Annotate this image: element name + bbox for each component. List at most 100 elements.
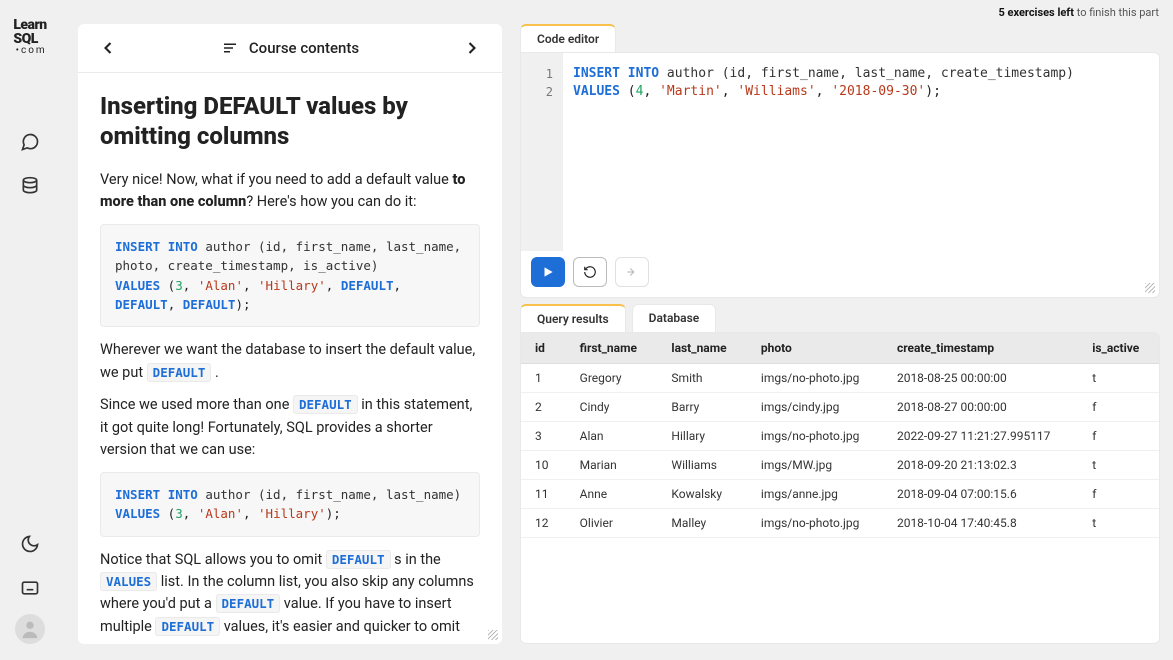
editor-panel: Code editor 1 2 INSERT INTO author (id, … bbox=[520, 24, 1160, 296]
table-header-row: id first_name last_name photo create_tim… bbox=[521, 333, 1159, 364]
table-cell: Kowalsky bbox=[657, 480, 746, 509]
database-icon[interactable] bbox=[12, 168, 48, 204]
table-cell: Smith bbox=[657, 364, 746, 393]
table-cell: 2018-08-25 00:00:00 bbox=[883, 364, 1078, 393]
table-cell: Barry bbox=[657, 393, 746, 422]
course-contents-button[interactable]: Course contents bbox=[118, 39, 462, 57]
table-row: 2CindyBarryimgs/cindy.jpg2018-08-27 00:0… bbox=[521, 393, 1159, 422]
table-cell: imgs/anne.jpg bbox=[747, 480, 883, 509]
table-cell: f bbox=[1078, 422, 1159, 451]
example-code-2: INSERT INTO author (id, first_name, last… bbox=[100, 472, 480, 537]
table-cell: Gregory bbox=[566, 364, 658, 393]
th-is-active: is_active bbox=[1078, 333, 1159, 364]
table-row: 1GregorySmithimgs/no-photo.jpg2018-08-25… bbox=[521, 364, 1159, 393]
editor-code[interactable]: INSERT INTO author (id, first_name, last… bbox=[573, 65, 1149, 101]
inline-default-2: DEFAULT bbox=[293, 395, 358, 414]
table-cell: 2 bbox=[521, 393, 566, 422]
exercises-left-status: 5 exercises left to finish this part bbox=[998, 6, 1159, 19]
course-contents-label: Course contents bbox=[249, 39, 359, 57]
lesson-title: Inserting DEFAULT values by omitting col… bbox=[100, 91, 480, 151]
editor-area[interactable]: 1 2 INSERT INTO author (id, first_name, … bbox=[520, 52, 1160, 298]
chat-icon[interactable] bbox=[12, 124, 48, 160]
inline-default-5: DEFAULT bbox=[155, 617, 220, 636]
lesson-nav: Course contents bbox=[78, 30, 502, 73]
logo-line1: Learn bbox=[13, 18, 46, 32]
table-cell: 2018-10-04 17:40:45.8 bbox=[883, 509, 1078, 538]
table-cell: Olivier bbox=[566, 509, 658, 538]
dark-mode-icon[interactable] bbox=[12, 526, 48, 562]
table-cell: f bbox=[1078, 480, 1159, 509]
table-cell: 3 bbox=[521, 422, 566, 451]
editor-resize-handle[interactable] bbox=[1145, 283, 1155, 293]
table-cell: 2018-09-20 21:13:02.3 bbox=[883, 451, 1078, 480]
keyboard-icon[interactable] bbox=[12, 570, 48, 606]
inline-values: VALUES bbox=[100, 572, 157, 591]
logo-line2: SQL bbox=[13, 32, 46, 46]
table-cell: Williams bbox=[657, 451, 746, 480]
forward-icon bbox=[625, 265, 639, 279]
th-create-timestamp: create_timestamp bbox=[883, 333, 1078, 364]
table-cell: t bbox=[1078, 364, 1159, 393]
play-icon bbox=[541, 265, 555, 279]
lesson-resize-handle[interactable] bbox=[488, 630, 498, 640]
avatar[interactable] bbox=[15, 614, 45, 644]
table-cell: 1 bbox=[521, 364, 566, 393]
prev-lesson-icon[interactable] bbox=[98, 38, 118, 58]
inline-default-1: DEFAULT bbox=[147, 363, 212, 382]
table-row: 12OlivierMalleyimgs/no-photo.jpg2018-10-… bbox=[521, 509, 1159, 538]
table-row: 10MarianWilliamsimgs/MW.jpg2018-09-20 21… bbox=[521, 451, 1159, 480]
table-cell: 11 bbox=[521, 480, 566, 509]
th-first-name: first_name bbox=[566, 333, 658, 364]
table-cell: imgs/no-photo.jpg bbox=[747, 364, 883, 393]
logo: Learn SQL •com bbox=[13, 18, 46, 56]
next-lesson-icon[interactable] bbox=[462, 38, 482, 58]
lesson-p2: Wherever we want the database to insert … bbox=[100, 339, 480, 384]
example-code-1: INSERT INTO author (id, first_name, last… bbox=[100, 224, 480, 328]
tab-database[interactable]: Database bbox=[632, 304, 717, 332]
reset-button[interactable] bbox=[573, 257, 607, 287]
run-button[interactable] bbox=[531, 257, 565, 287]
table-cell: Cindy bbox=[566, 393, 658, 422]
reset-icon bbox=[583, 265, 597, 279]
table-cell: imgs/MW.jpg bbox=[747, 451, 883, 480]
table-cell: Hillary bbox=[657, 422, 746, 451]
lesson-body: Inserting DEFAULT values by omitting col… bbox=[78, 73, 502, 638]
table-row: 11AnneKowalskyimgs/anne.jpg2018-09-04 07… bbox=[521, 480, 1159, 509]
table-cell: imgs/no-photo.jpg bbox=[747, 422, 883, 451]
lesson-panel: Course contents Inserting DEFAULT values… bbox=[78, 24, 502, 644]
th-photo: photo bbox=[747, 333, 883, 364]
lesson-intro: Very nice! Now, what if you need to add … bbox=[100, 169, 480, 214]
table-cell: t bbox=[1078, 451, 1159, 480]
table-cell: imgs/cindy.jpg bbox=[747, 393, 883, 422]
table-cell: imgs/no-photo.jpg bbox=[747, 509, 883, 538]
table-cell: Marian bbox=[566, 451, 658, 480]
table-cell: t bbox=[1078, 509, 1159, 538]
table-cell: 2022-09-27 11:21:27.995117 bbox=[883, 422, 1078, 451]
lesson-p3: Since we used more than one DEFAULT in t… bbox=[100, 394, 480, 461]
lesson-p4: Notice that SQL allows you to omit DEFAU… bbox=[100, 549, 480, 638]
submit-button bbox=[615, 257, 649, 287]
table-cell: Malley bbox=[657, 509, 746, 538]
table-row: 3AlanHillaryimgs/no-photo.jpg2022-09-27 … bbox=[521, 422, 1159, 451]
table-cell: 12 bbox=[521, 509, 566, 538]
table-cell: 2018-09-04 07:00:15.6 bbox=[883, 480, 1078, 509]
table-cell: Anne bbox=[566, 480, 658, 509]
table-cell: 2018-08-27 00:00:00 bbox=[883, 393, 1078, 422]
th-id: id bbox=[521, 333, 566, 364]
left-rail: Learn SQL •com bbox=[0, 0, 60, 660]
table-cell: 10 bbox=[521, 451, 566, 480]
list-icon bbox=[221, 39, 239, 57]
inline-default-3: DEFAULT bbox=[326, 550, 391, 569]
tab-query-results[interactable]: Query results bbox=[520, 304, 626, 332]
results-area: id first_name last_name photo create_tim… bbox=[520, 332, 1160, 644]
editor-buttons bbox=[531, 257, 649, 287]
logo-sub: •com bbox=[13, 46, 46, 56]
results-panel: Query results Database id first_name las… bbox=[520, 304, 1160, 644]
table-cell: Alan bbox=[566, 422, 658, 451]
th-last-name: last_name bbox=[657, 333, 746, 364]
table-cell: f bbox=[1078, 393, 1159, 422]
results-tabs: Query results Database bbox=[520, 304, 1160, 332]
results-table: id first_name last_name photo create_tim… bbox=[521, 333, 1159, 538]
tab-code-editor[interactable]: Code editor bbox=[520, 24, 616, 52]
editor-gutter: 1 2 bbox=[521, 53, 563, 251]
